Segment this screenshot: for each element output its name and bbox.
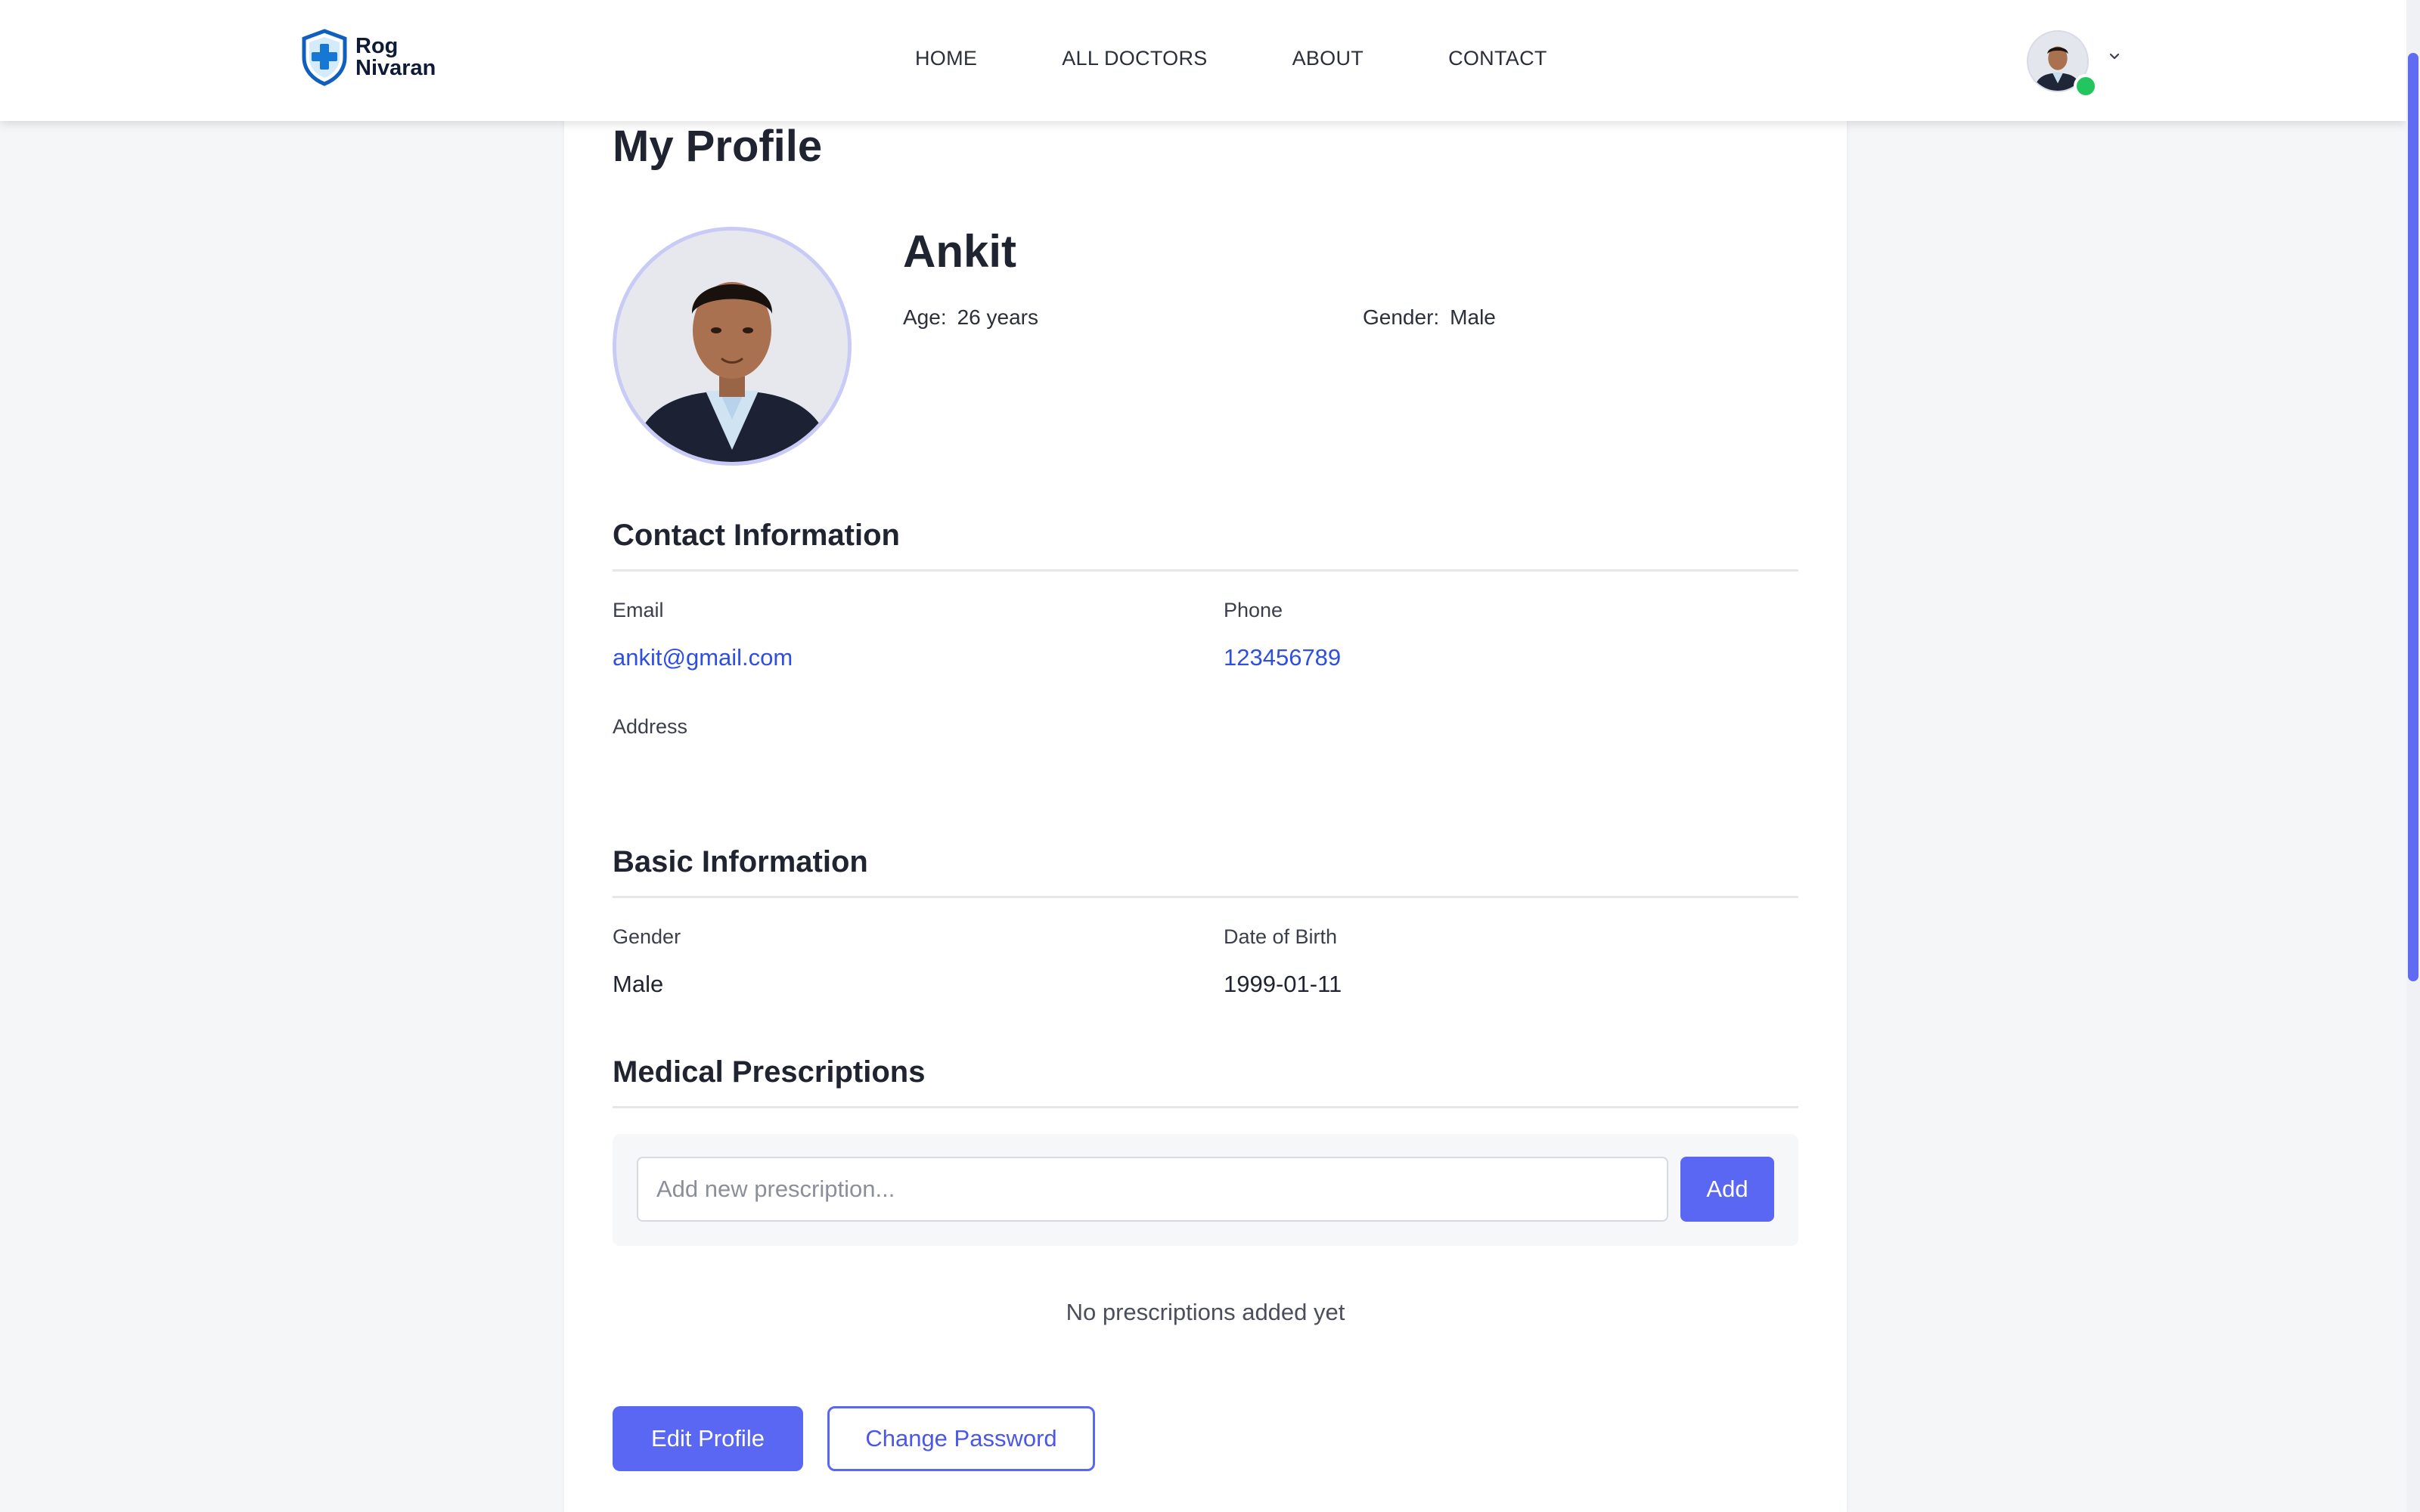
main-nav: HOME ALL DOCTORS ABOUT CONTACT: [915, 47, 1547, 70]
online-status-dot: [2074, 74, 2098, 98]
dob-label: Date of Birth: [1224, 925, 1338, 948]
navbar: Rog Nivaran HOME ALL DOCTORS ABOUT CONTA…: [0, 0, 2406, 121]
nav-all-doctors[interactable]: ALL DOCTORS: [1062, 47, 1207, 70]
age-label: Age:: [903, 305, 947, 329]
brand-logo[interactable]: Rog Nivaran: [299, 29, 436, 86]
prescription-input[interactable]: [637, 1157, 1668, 1222]
change-password-button[interactable]: Change Password: [827, 1406, 1095, 1471]
scrollbar-track[interactable]: [2406, 0, 2420, 1512]
gender-label: Gender:: [1363, 305, 1440, 329]
prescriptions-section-title: Medical Prescriptions: [613, 1055, 926, 1089]
profile-name: Ankit: [903, 226, 1016, 277]
nav-contact[interactable]: CONTACT: [1448, 47, 1547, 70]
page-title: My Profile: [613, 122, 823, 171]
contact-section-title: Contact Information: [613, 519, 900, 552]
basic-gender-value: Male: [613, 971, 664, 997]
phone-value[interactable]: 123456789: [1224, 644, 1341, 671]
brand-name: Rog Nivaran: [355, 36, 436, 79]
add-prescription-button[interactable]: Add: [1680, 1157, 1774, 1222]
basic-gender-label: Gender: [613, 925, 681, 948]
profile-photo-image: [616, 231, 848, 462]
gender-value: Male: [1450, 305, 1496, 329]
age-value: 26 years: [957, 305, 1039, 329]
email-label: Email: [613, 599, 664, 621]
edit-profile-button[interactable]: Edit Profile: [613, 1406, 803, 1471]
nav-home[interactable]: HOME: [915, 47, 977, 70]
chevron-down-icon[interactable]: [2108, 50, 2121, 62]
brand-line-2: Nivaran: [355, 56, 436, 80]
basic-section-title: Basic Information: [613, 845, 868, 878]
contact-divider: [613, 569, 1798, 572]
profile-age: Age: 26 years: [903, 305, 1038, 330]
scrollbar-thumb[interactable]: [2408, 53, 2418, 981]
profile-photo: [613, 227, 852, 466]
phone-label: Phone: [1224, 599, 1283, 621]
dob-value: 1999-01-11: [1224, 971, 1342, 997]
profile-card: [564, 0, 1847, 1512]
address-label: Address: [613, 715, 688, 738]
prescriptions-divider: [613, 1106, 1798, 1108]
shield-cross-icon: [302, 29, 347, 86]
email-value[interactable]: ankit@gmail.com: [613, 644, 793, 671]
nav-about[interactable]: ABOUT: [1292, 47, 1364, 70]
brand-line-1: Rog: [355, 34, 399, 58]
profile-gender: Gender: Male: [1363, 305, 1496, 330]
basic-divider: [613, 896, 1798, 898]
prescriptions-empty-state: No prescriptions added yet: [1066, 1299, 1345, 1325]
